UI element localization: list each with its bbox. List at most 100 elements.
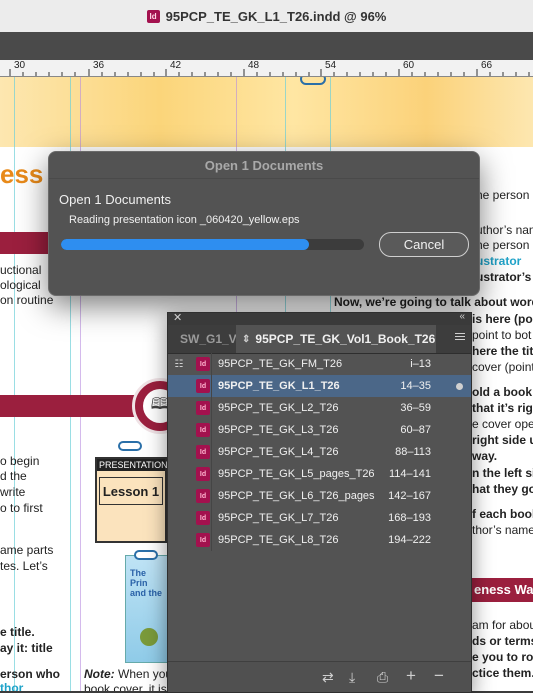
- book-row[interactable]: Id 95PCP_TE_GK_L6_T26_pages 142–167: [168, 485, 471, 507]
- section-rule: [0, 232, 50, 254]
- body-text: right side u: [472, 433, 533, 447]
- body-text: way.: [472, 449, 498, 463]
- page-range: i–13: [410, 358, 431, 370]
- body-text: n the left si: [472, 466, 533, 480]
- book-row[interactable]: Id 95PCP_TE_GK_L3_T26 60–87: [168, 419, 471, 441]
- lesson-label: Lesson 1: [99, 477, 163, 505]
- book-panel[interactable]: ✕ « SW_G1_Vo ⇕95PCP_TE_GK_Vol1_Book_T26 …: [167, 311, 472, 693]
- document-name: 95PCP_TE_GK_FM_T26: [218, 358, 343, 370]
- link-icon[interactable]: [118, 441, 142, 451]
- progress-bar: [61, 239, 364, 250]
- book-cover-image[interactable]: The Prin and the: [125, 555, 168, 663]
- tab-label: 95PCP_TE_GK_Vol1_Book_T26: [255, 332, 436, 346]
- page-range: 142–167: [388, 490, 431, 502]
- body-text: cover (point: [472, 360, 533, 374]
- section-heading: eness Wa: [474, 582, 533, 597]
- book-row[interactable]: Id 95PCP_TE_GK_L1_T26 14–35: [168, 375, 471, 397]
- note-label: Note:: [84, 667, 115, 681]
- book-row[interactable]: Id 95PCP_TE_GK_L8_T26 194–222: [168, 529, 471, 551]
- document-name: 95PCP_TE_GK_L2_T26: [218, 402, 339, 414]
- body-text: old a book: [472, 385, 532, 399]
- body-text: is here (point: [472, 312, 533, 326]
- save-book-icon[interactable]: ⤓: [349, 669, 355, 686]
- body-text: uthor’s nam: [476, 223, 533, 237]
- window-title: 95PCP_TE_GK_L1_T26.indd @ 96%: [165, 8, 387, 24]
- remove-document-icon[interactable]: −: [434, 666, 444, 686]
- body-text: o begin: [0, 454, 40, 468]
- note-body: When you: [118, 667, 173, 681]
- body-text: ustrator: [476, 254, 522, 268]
- document-name: 95PCP_TE_GK_L3_T26: [218, 424, 339, 436]
- book-row[interactable]: Id 95PCP_TE_GK_L7_T26 168–193: [168, 507, 471, 529]
- section-rule: [0, 395, 140, 417]
- body-text: he person: [476, 238, 530, 252]
- tab-sw-book[interactable]: SW_G1_Vo: [168, 325, 236, 353]
- body-text: d the: [0, 469, 27, 483]
- body-text: he person: [476, 188, 530, 202]
- book-row[interactable]: Id 95PCP_TE_GK_L4_T26 88–113: [168, 441, 471, 463]
- body-text: that it’s rig: [472, 401, 533, 415]
- body-text: ctice them.: [472, 666, 533, 680]
- panel-topbar: ✕ «: [168, 311, 471, 325]
- document-name: 95PCP_TE_GK_L8_T26: [218, 534, 339, 546]
- close-icon[interactable]: ✕: [173, 311, 182, 324]
- add-document-icon[interactable]: +: [406, 666, 416, 686]
- print-book-icon[interactable]: ⎙: [377, 669, 388, 686]
- book-row[interactable]: ☷ Id 95PCP_TE_GK_FM_T26 i–13: [168, 353, 471, 375]
- body-text: uctional: [0, 263, 42, 277]
- indesign-file-icon: Id: [196, 467, 210, 481]
- panel-menu-icon[interactable]: [455, 333, 465, 342]
- document-open-icon: [456, 383, 463, 390]
- body-text: e you to rou: [472, 650, 533, 664]
- body-text: ay it: title: [0, 641, 53, 655]
- lesson-heading: ess: [0, 159, 44, 189]
- indesign-file-icon: Id: [196, 511, 210, 525]
- dialog-title: Open 1 Documents: [49, 152, 479, 179]
- document-name: 95PCP_TE_GK_L5_pages_T26: [218, 468, 375, 480]
- progress-fill: [61, 239, 310, 250]
- page-range: 14–35: [400, 380, 431, 392]
- body-text: on routine: [0, 293, 54, 307]
- book-row[interactable]: Id 95PCP_TE_GK_L5_pages_T26 114–141: [168, 463, 471, 485]
- page-range: 60–87: [400, 424, 431, 436]
- tab-reorder-icon: ⇕: [242, 333, 251, 345]
- tab-vol1-book[interactable]: ⇕ 95PCP_TE_GK_Vol1_Book_T26: [236, 325, 436, 353]
- dialog-heading: Open 1 Documents: [59, 192, 172, 207]
- open-documents-dialog: Open 1 Documents Open 1 Documents Readin…: [48, 151, 480, 296]
- page-range: 168–193: [388, 512, 431, 524]
- page-range: 36–59: [400, 402, 431, 414]
- control-strip: [0, 32, 533, 60]
- link-icon[interactable]: [134, 550, 158, 560]
- body-text: Now, we’re going to talk about words: [334, 295, 533, 309]
- book-row[interactable]: Id 95PCP_TE_GK_L2_T26 36–59: [168, 397, 471, 419]
- link-icon[interactable]: [300, 77, 326, 85]
- panel-tabs: SW_G1_Vo ⇕ 95PCP_TE_GK_Vol1_Book_T26: [168, 325, 471, 354]
- page-range: 114–141: [388, 468, 431, 480]
- body-text: write: [0, 485, 26, 499]
- body-text: hat they go: [472, 482, 533, 496]
- body-text: here the title: [472, 344, 533, 358]
- style-source-icon[interactable]: ☷: [168, 359, 190, 370]
- cancel-button[interactable]: Cancel: [379, 232, 469, 257]
- body-text: tes. Let’s: [0, 559, 48, 573]
- book-illustration: [140, 628, 158, 646]
- presentation-card[interactable]: PRESENTATION Lesson 1: [95, 457, 168, 543]
- indesign-app-icon: Id: [146, 9, 160, 23]
- body-text: f each book: [472, 507, 533, 521]
- panel-footer: ⇄ ⤓ ⎙ + −: [168, 661, 471, 692]
- page-range: 88–113: [395, 446, 431, 458]
- body-text: point to bot: [472, 328, 532, 342]
- body-text: ame parts: [0, 543, 54, 557]
- indesign-file-icon: Id: [196, 379, 210, 393]
- synchronize-icon[interactable]: ⇄: [322, 669, 334, 686]
- body-text: ological: [0, 278, 41, 292]
- collapse-panel-icon[interactable]: «: [459, 311, 465, 322]
- body-text: ustrator’s: [476, 270, 532, 284]
- window-titlebar: Id 95PCP_TE_GK_L1_T26.indd @ 96%: [0, 0, 533, 33]
- indesign-file-icon: Id: [196, 423, 210, 437]
- horizontal-ruler[interactable]: 30 36 42 48 54 60 66: [0, 60, 533, 77]
- book-document-list: ☷ Id 95PCP_TE_GK_FM_T26 i–13 Id 95PCP_TE…: [168, 353, 471, 551]
- body-text: e cover ope: [472, 417, 533, 431]
- body-text: ds or terms: [472, 634, 533, 648]
- note-text: Note: When you: [84, 667, 172, 681]
